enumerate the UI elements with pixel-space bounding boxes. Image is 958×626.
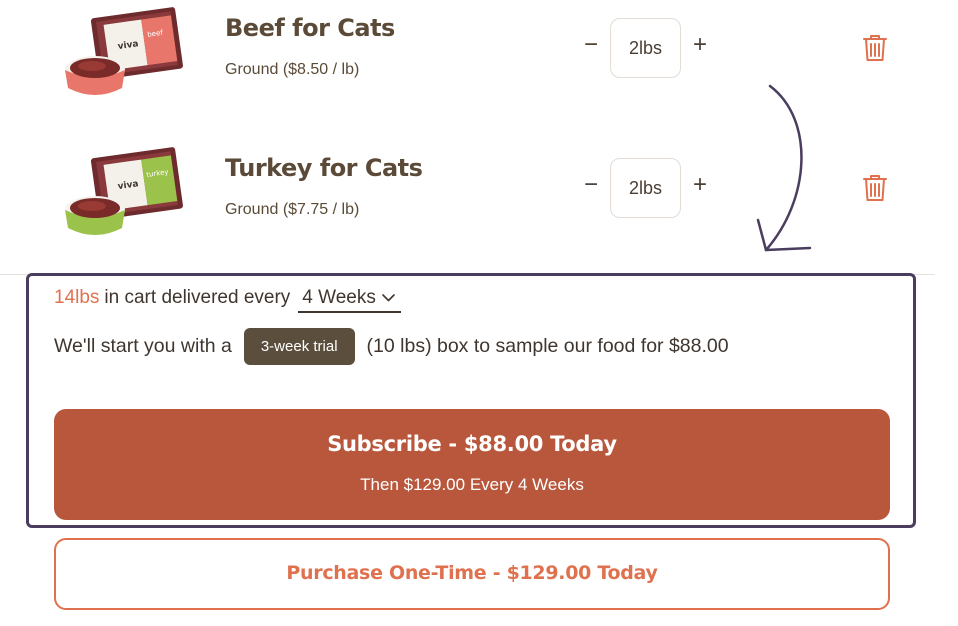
- beef-product-image: viva beef: [65, 7, 183, 95]
- cart-weight: 14lbs: [54, 287, 100, 308]
- decrease-quantity-button[interactable]: −: [579, 30, 603, 60]
- trash-icon[interactable]: [862, 33, 888, 63]
- trial-suffix: (10 lbs) box to sample our food for $88.…: [366, 334, 729, 357]
- trash-icon[interactable]: [862, 173, 888, 203]
- curved-arrow-icon: [756, 84, 812, 252]
- item-name: Turkey for Cats: [225, 154, 423, 182]
- chevron-down-icon: [382, 294, 395, 302]
- purchase-one-time-button[interactable]: Purchase One-Time - $129.00 Today: [54, 538, 890, 610]
- trial-description: We'll start you with a 3-week trial (10 …: [54, 325, 729, 367]
- trial-badge: 3-week trial: [243, 327, 355, 365]
- subscribe-button-label: Subscribe - $88.00 Today: [327, 432, 617, 456]
- quantity-input[interactable]: 2lbs: [610, 158, 681, 218]
- decrease-quantity-button[interactable]: −: [579, 170, 603, 200]
- subscribe-button-sublabel: Then $129.00 Every 4 Weeks: [360, 475, 584, 494]
- subscribe-button[interactable]: Subscribe - $88.00 Today Then $129.00 Ev…: [54, 409, 890, 520]
- frequency-dropdown[interactable]: 4 Weeks: [298, 287, 401, 313]
- item-price: Ground ($8.50 / lb): [225, 61, 360, 78]
- frequency-value: 4 Weeks: [302, 287, 376, 308]
- quantity-input[interactable]: 2lbs: [610, 18, 681, 78]
- increase-quantity-button[interactable]: +: [688, 170, 712, 200]
- item-name: Beef for Cats: [225, 14, 395, 42]
- increase-quantity-button[interactable]: +: [688, 30, 712, 60]
- item-price: Ground ($7.75 / lb): [225, 201, 360, 218]
- trial-prefix: We'll start you with a: [54, 334, 232, 357]
- turkey-product-image: viva turkey: [65, 147, 183, 235]
- delivery-text: in cart delivered every: [104, 287, 291, 308]
- delivery-frequency-line: 14lbs in cart delivered every 4 Weeks: [54, 287, 401, 313]
